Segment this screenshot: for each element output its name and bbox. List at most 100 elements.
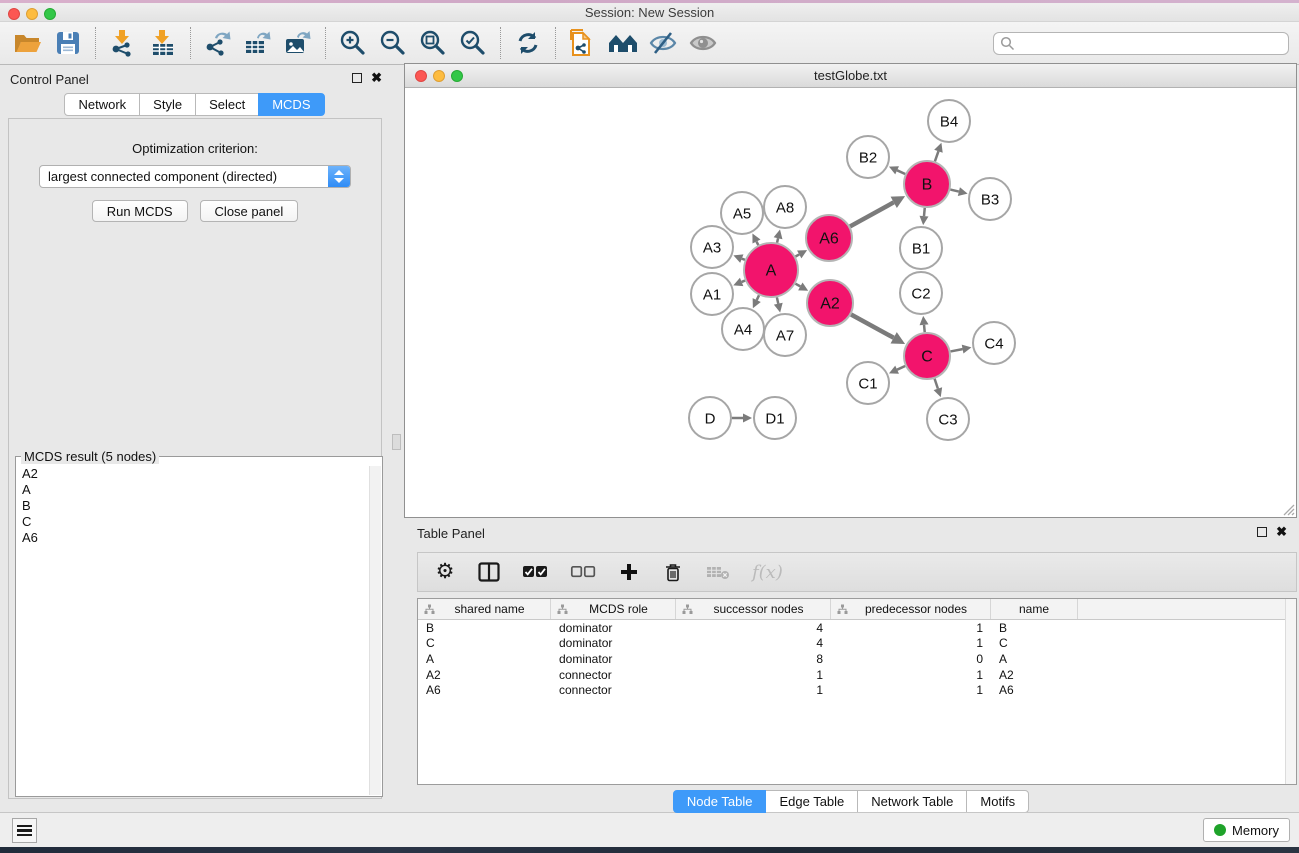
refresh-button[interactable] bbox=[508, 25, 548, 61]
add-column-button[interactable] bbox=[618, 560, 640, 584]
network-edge-C-C4[interactable] bbox=[951, 349, 963, 351]
save-session-button[interactable] bbox=[48, 25, 88, 61]
export-table-button[interactable] bbox=[238, 25, 278, 61]
network-edge-A-A6[interactable] bbox=[796, 254, 800, 256]
tab-select[interactable]: Select bbox=[195, 93, 259, 116]
network-window-titlebar[interactable]: testGlobe.txt bbox=[405, 64, 1296, 88]
close-panel-icon[interactable]: ✖ bbox=[371, 73, 382, 83]
tab-node-table[interactable]: Node Table bbox=[673, 790, 767, 813]
tab-motifs[interactable]: Motifs bbox=[966, 790, 1029, 813]
result-item[interactable]: A bbox=[17, 482, 369, 498]
eye-icon bbox=[688, 30, 718, 56]
task-history-button[interactable] bbox=[12, 818, 37, 843]
dropdown-stepper-icon bbox=[328, 166, 350, 187]
zoom-selected-button[interactable] bbox=[453, 25, 493, 61]
network-edge-B-B3[interactable] bbox=[950, 190, 959, 192]
main-toolbar bbox=[0, 22, 1299, 65]
column-header[interactable]: MCDS role bbox=[551, 599, 676, 619]
network-file-button[interactable] bbox=[563, 25, 603, 61]
node-label: A3 bbox=[703, 239, 721, 256]
network-edge-B-B4[interactable] bbox=[935, 151, 939, 161]
network-file-icon bbox=[569, 28, 597, 58]
plus-icon bbox=[620, 563, 638, 581]
column-settings-button[interactable]: ⚙ bbox=[434, 560, 456, 584]
tab-network-table[interactable]: Network Table bbox=[857, 790, 967, 813]
column-header[interactable]: predecessor nodes bbox=[831, 599, 991, 619]
list-icon bbox=[17, 825, 32, 828]
close-panel-button[interactable]: Close panel bbox=[200, 200, 299, 222]
network-edge-C-C3[interactable] bbox=[935, 379, 938, 389]
column-header[interactable]: successor nodes bbox=[676, 599, 831, 619]
network-edge-A2-C[interactable] bbox=[851, 315, 894, 338]
float-panel-icon[interactable] bbox=[352, 73, 362, 83]
network-edge-A-A4[interactable] bbox=[757, 295, 759, 300]
attribute-tree-icon bbox=[682, 604, 693, 615]
network-canvas[interactable]: B4B2BB3A5A8A6A3B1AC2A1A2A4A7C4CC1DD1C3 bbox=[405, 89, 1296, 517]
result-item[interactable]: A2 bbox=[17, 466, 369, 482]
search-input[interactable] bbox=[993, 32, 1289, 55]
network-edge-C-C2[interactable] bbox=[924, 325, 925, 332]
table-row[interactable]: Adominator80A bbox=[418, 651, 1296, 667]
tab-mcds[interactable]: MCDS bbox=[258, 93, 324, 116]
zoom-out-button[interactable] bbox=[373, 25, 413, 61]
node-label: B bbox=[922, 177, 933, 194]
home-icon bbox=[607, 30, 639, 56]
network-edge-C-C1[interactable] bbox=[897, 366, 905, 370]
tab-network[interactable]: Network bbox=[64, 93, 140, 116]
table-row[interactable]: Cdominator41C bbox=[418, 636, 1296, 652]
network-edge-A-A3[interactable] bbox=[742, 259, 745, 260]
node-label: A5 bbox=[733, 205, 751, 222]
table-toolbar: ⚙ bbox=[417, 552, 1297, 592]
criterion-dropdown[interactable]: largest connected component (directed) bbox=[39, 165, 351, 188]
table-row[interactable]: Bdominator41B bbox=[418, 620, 1296, 636]
result-item[interactable]: A6 bbox=[17, 530, 369, 546]
memory-button[interactable]: Memory bbox=[1203, 818, 1290, 842]
tab-edge-table[interactable]: Edge Table bbox=[765, 790, 858, 813]
network-edge-A-A7[interactable] bbox=[777, 297, 778, 303]
table-row[interactable]: A2connector11A2 bbox=[418, 667, 1296, 683]
memory-status-dot-icon bbox=[1214, 824, 1226, 836]
hide-graphics-details-button[interactable] bbox=[643, 25, 683, 61]
result-item[interactable]: B bbox=[17, 498, 369, 514]
network-edge-A-A8[interactable] bbox=[777, 238, 778, 242]
optimization-criterion-label: Optimization criterion: bbox=[9, 141, 381, 156]
float-table-panel-icon[interactable] bbox=[1257, 527, 1267, 537]
run-mcds-button[interactable]: Run MCDS bbox=[92, 200, 188, 222]
column-header[interactable]: name bbox=[991, 599, 1078, 619]
network-edge-A-A2[interactable] bbox=[795, 284, 800, 287]
table-header-row: shared nameMCDS rolesuccessor nodesprede… bbox=[418, 599, 1296, 620]
table-row[interactable]: A6connector11A6 bbox=[418, 682, 1296, 698]
node-label: B4 bbox=[940, 113, 958, 130]
open-session-button[interactable] bbox=[8, 25, 48, 61]
node-label: C bbox=[921, 349, 933, 366]
network-edge-A-A1[interactable] bbox=[742, 281, 745, 282]
column-layout-button[interactable] bbox=[478, 560, 500, 584]
zoom-fit-button[interactable] bbox=[413, 25, 453, 61]
node-label: A6 bbox=[819, 231, 839, 248]
network-edge-B-B1[interactable] bbox=[924, 208, 925, 216]
session-title: Session: New Session bbox=[0, 5, 1299, 20]
deselect-all-button[interactable] bbox=[570, 560, 596, 584]
show-graphics-details-button[interactable] bbox=[683, 25, 723, 61]
export-image-button[interactable] bbox=[278, 25, 318, 61]
import-network-button[interactable] bbox=[103, 25, 143, 61]
import-table-button[interactable] bbox=[143, 25, 183, 61]
network-edge-A6-B[interactable] bbox=[850, 202, 894, 226]
zoom-in-button[interactable] bbox=[333, 25, 373, 61]
select-all-button[interactable] bbox=[522, 560, 548, 584]
home-button[interactable] bbox=[603, 25, 643, 61]
network-edge-A-A5[interactable] bbox=[757, 242, 759, 246]
result-item[interactable]: C bbox=[17, 514, 369, 530]
column-header[interactable]: shared name bbox=[418, 599, 551, 619]
delete-column-button[interactable] bbox=[662, 560, 684, 584]
memory-label: Memory bbox=[1232, 823, 1279, 838]
tab-style[interactable]: Style bbox=[139, 93, 196, 116]
edge-arrowhead-icon bbox=[774, 229, 783, 239]
vertical-splitter-grip[interactable] bbox=[392, 434, 401, 450]
table-scrollbar[interactable] bbox=[1285, 599, 1296, 784]
close-table-panel-icon[interactable]: ✖ bbox=[1276, 527, 1287, 537]
export-network-button[interactable] bbox=[198, 25, 238, 61]
result-scrollbar[interactable] bbox=[369, 466, 381, 795]
resize-grip-icon[interactable] bbox=[1281, 502, 1295, 516]
network-edge-B-B2[interactable] bbox=[897, 170, 905, 174]
